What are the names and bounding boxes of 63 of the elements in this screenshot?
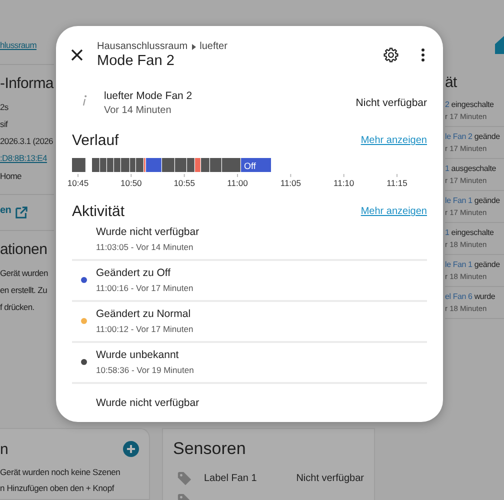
entity-name: luefter Mode Fan 2 [104, 90, 194, 102]
chevron-icon [192, 44, 196, 50]
axis-label: 11:10 [334, 178, 354, 188]
link[interactable]: en [0, 205, 12, 216]
dialog-title: Mode Fan 2 [97, 53, 176, 69]
activity-text: 2 eingeschalte [445, 100, 495, 109]
info-text: f drücken. [0, 302, 34, 312]
axis-label: 10:50 [120, 178, 142, 188]
link[interactable]: :D8:8B:13:E4 [0, 153, 47, 163]
card-title: n [0, 440, 8, 458]
section-heading: ät [445, 74, 457, 91]
info-text: en erstellt. Zu [0, 285, 47, 295]
settings-icon[interactable] [383, 47, 399, 63]
info-text: sif [0, 119, 8, 129]
breadcrumb-item[interactable]: Hausanschlussraum [97, 41, 188, 52]
activity-time: 10:58:36 - Vor 19 Minuten [96, 365, 194, 375]
info-text: Gerät wurden [0, 268, 48, 278]
card-title: Sensoren [173, 439, 247, 459]
activity-title: Wurde unbekannt [96, 349, 180, 361]
activity-text: el Fan 6 wurde [445, 292, 496, 301]
section-heading: ationen [0, 241, 48, 258]
info-text: Gerät wurden noch keine Szenen [0, 467, 122, 477]
info-text: 2026.3.1 (2026 [0, 136, 53, 146]
breadcrumb-item[interactable]: luefter [200, 41, 228, 52]
more-icon[interactable] [421, 48, 425, 62]
info-text: Home [0, 171, 22, 181]
activity-text: le Fan 1 geände [445, 196, 501, 205]
activity-text: 1 eingeschalte [445, 228, 495, 237]
external-link-icon[interactable] [15, 206, 28, 219]
activity-text: le Fan 2 geände [445, 132, 501, 141]
axis-label: 10:45 [67, 178, 89, 188]
info-text: n Hinzufügen oben den + Knopf [0, 483, 116, 493]
activity-text: le Fan 1 geände [445, 260, 501, 269]
timeline-segment [241, 158, 271, 172]
segment-label: Off [244, 161, 256, 171]
link[interactable]: hlussraum [0, 40, 37, 50]
activity-title: Geändert zu Normal [96, 308, 192, 320]
show-more-link[interactable]: Mehr anzeigen [360, 135, 427, 146]
info-text: 2s [0, 102, 8, 112]
axis-label: 10:55 [174, 178, 195, 188]
activity-text: 1 ausgeschalte [445, 164, 498, 173]
last-changed: Vor 14 Minuten [104, 105, 172, 116]
axis-label: 11:05 [280, 178, 301, 188]
activity-title: Wurde nicht verfügbar [96, 397, 200, 409]
section-title: Aktivität [72, 203, 125, 220]
house-icon [495, 36, 504, 54]
activity-time: 11:00:12 - Vor 17 Minuten [96, 324, 194, 334]
axis-label: 11:00 [227, 178, 248, 188]
section-title: Verlauf [72, 132, 119, 149]
sensor-state: Nicht verfügbar [296, 472, 364, 484]
close-icon[interactable] [71, 49, 83, 61]
show-more-link[interactable]: Mehr anzeigen [360, 206, 427, 217]
activity-title: Wurde nicht verfügbar [96, 226, 200, 238]
activity-title: Geändert zu Off [96, 267, 172, 279]
activity-time: 11:03:05 - Vor 14 Minuten [96, 242, 194, 252]
add-icon[interactable] [123, 441, 139, 457]
activity-time: 11:00:16 - Vor 17 Minuten [96, 283, 194, 293]
tag-icon [177, 470, 192, 486]
entity-state: Nicht verfügbar [356, 97, 427, 109]
info-icon [82, 95, 87, 106]
axis-label: 11:15 [386, 178, 408, 188]
section-heading: -Informa [0, 75, 54, 92]
sensor-name[interactable]: Label Fan 1 [204, 472, 257, 484]
